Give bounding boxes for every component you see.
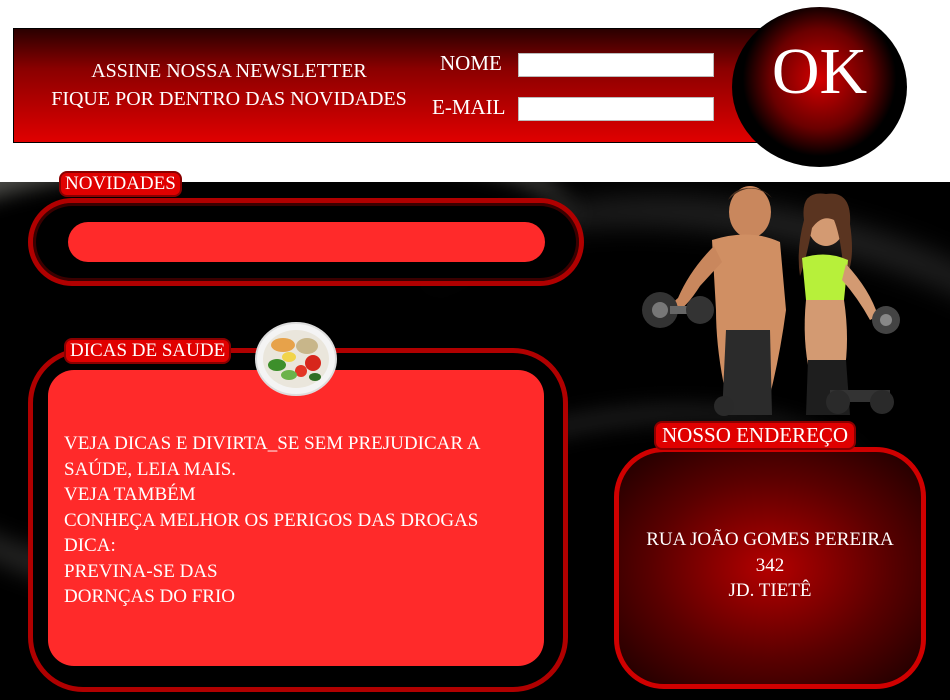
novidades-bar[interactable] xyxy=(68,222,545,262)
newsletter-title: ASSINE NOSSA NEWSLETTER FIQUE POR DENTRO… xyxy=(34,57,424,113)
newsletter-title-line2: FIQUE POR DENTRO DAS NOVIDADES xyxy=(51,88,407,110)
nome-label: NOME xyxy=(440,51,502,75)
newsletter-title-line1: ASSINE NOSSA NEWSLETTER xyxy=(91,60,367,82)
dicas-line: PREVINA-SE DAS xyxy=(64,560,218,582)
email-input[interactable] xyxy=(518,97,714,121)
nome-input[interactable] xyxy=(518,53,714,77)
dicas-text: VEJA DICAS E DIVIRTA_SE SEM PREJUDICAR A… xyxy=(64,431,544,610)
dicas-heading: DICAS DE SAUDE xyxy=(66,340,230,362)
dicas-line: DICA: xyxy=(64,535,116,556)
endereco-district: JD. TIETÊ xyxy=(728,580,812,601)
endereco-number: 342 xyxy=(755,554,785,576)
newsletter-banner: ASSINE NOSSA NEWSLETTER FIQUE POR DENTRO… xyxy=(13,28,783,143)
ok-button[interactable]: OK xyxy=(732,7,907,167)
dicas-line: VEJA TAMBÉM xyxy=(64,484,196,505)
salad-bowl-icon xyxy=(255,322,337,396)
endereco-address: RUA JOÃO GOMES PEREIRA 342 JD. TIETÊ xyxy=(614,527,926,604)
endereco-heading: NOSSO ENDEREÇO xyxy=(656,423,855,448)
dicas-line: DORNÇAS DO FRIO xyxy=(64,586,236,607)
dicas-line[interactable]: CONHEÇA MELHOR OS PERIGOS DAS DROGAS xyxy=(64,508,544,534)
endereco-street: RUA JOÃO GOMES PEREIRA xyxy=(646,529,894,550)
email-label: E-MAIL xyxy=(432,95,506,119)
athletes-image xyxy=(642,186,900,416)
novidades-heading: NOVIDADES xyxy=(61,173,180,195)
dicas-line[interactable]: SAÚDE, LEIA MAIS. xyxy=(64,457,544,483)
dicas-line: VEJA DICAS E DIVIRTA_SE SEM PREJUDICAR A xyxy=(64,433,481,454)
